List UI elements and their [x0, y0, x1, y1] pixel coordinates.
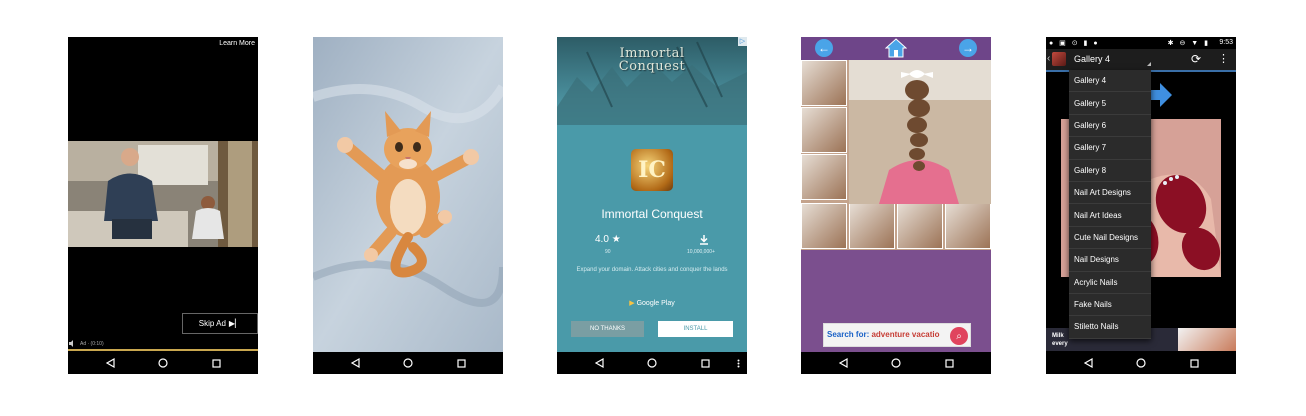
dropdown-item[interactable]: Nail Art Designs	[1069, 182, 1151, 205]
search-ad-banner[interactable]: Search for: adventure vacatio ⌕	[823, 323, 971, 347]
back-icon[interactable]	[1077, 352, 1099, 374]
cat-image[interactable]	[313, 37, 503, 352]
dropdown-item[interactable]: Gallery 8	[1069, 160, 1151, 182]
home-icon[interactable]	[397, 352, 419, 374]
notification-icons: ● ▣ ⊙ ▮ ●	[1049, 40, 1100, 47]
gallery-dropdown: Gallery 4 Gallery 5 Gallery 6 Gallery 7 …	[1069, 70, 1151, 339]
action-bar: ‹ Gallery 4 ⟳ ⋮	[1046, 49, 1236, 70]
ad-text: Milk every	[1052, 333, 1068, 347]
main-braid-photo[interactable]	[849, 60, 991, 204]
gallery-toolbar: ← →	[801, 37, 991, 60]
rating-value: 4.0 ★	[595, 234, 621, 245]
overflow-menu-icon[interactable]: ⋮	[1218, 52, 1229, 65]
back-icon[interactable]	[832, 352, 854, 374]
skip-next-icon: ▶▏	[228, 319, 242, 328]
gallery-thumbnail[interactable]	[849, 203, 895, 249]
recents-icon[interactable]	[694, 352, 716, 374]
gallery-thumbnail[interactable]	[801, 203, 847, 249]
learn-more-link[interactable]: Learn More	[219, 40, 255, 47]
play-store-icon: ▶	[629, 300, 635, 307]
overflow-icon[interactable]	[727, 352, 747, 374]
home-icon[interactable]	[885, 352, 907, 374]
home-icon[interactable]	[1130, 352, 1152, 374]
ad-time-label: Ad · (0:10)	[80, 341, 104, 347]
dropdown-item[interactable]: Gallery 5	[1069, 92, 1151, 115]
status-bar: ● ▣ ⊙ ▮ ● ✱ ⊖ ▼ ▮ 9:53	[1046, 37, 1236, 49]
google-play-badge: ▶ Google Play	[629, 300, 675, 307]
dropdown-item[interactable]: Stiletto Nails	[1069, 316, 1151, 339]
next-arrow-icon[interactable]: →	[959, 39, 977, 57]
dropdown-item[interactable]: Fake Nails	[1069, 294, 1151, 317]
cat-screen	[313, 37, 503, 374]
dropdown-item[interactable]: Gallery 4	[1069, 70, 1151, 93]
ad-search-text: Search for: adventure vacatio	[827, 330, 940, 339]
back-arrow-icon[interactable]: ‹	[1047, 53, 1050, 64]
android-nav-bar	[1046, 352, 1236, 374]
recents-icon[interactable]	[938, 352, 960, 374]
skip-ad-button[interactable]: Skip Ad ▶▏	[182, 313, 258, 334]
dropdown-item[interactable]: Acrylic Nails	[1069, 272, 1151, 294]
next-arrow-icon[interactable]	[1150, 83, 1172, 107]
install-ad-screen: Immortal Conquest ▷ IC Immortal Conquest…	[557, 37, 747, 374]
gallery-thumbnail[interactable]	[801, 60, 847, 106]
gallery-thumbnail[interactable]	[801, 154, 847, 200]
game-banner[interactable]: Immortal Conquest	[557, 37, 747, 125]
gallery-thumbnail[interactable]	[897, 203, 943, 249]
clock: 9:53	[1219, 39, 1233, 46]
app-icon: IC	[631, 149, 673, 191]
android-nav-bar	[313, 352, 503, 374]
gallery-thumbnail[interactable]	[801, 107, 847, 153]
previous-arrow-icon[interactable]: ←	[815, 39, 833, 57]
spinner-caret-icon	[1147, 62, 1151, 66]
skip-ad-label: Skip Ad	[198, 319, 226, 328]
back-icon[interactable]	[99, 352, 121, 374]
back-icon[interactable]	[344, 352, 366, 374]
android-nav-bar	[801, 352, 991, 374]
video-frame	[68, 141, 258, 247]
app-description: Expand your domain. Attack cities and co…	[576, 267, 728, 273]
home-icon[interactable]	[152, 352, 174, 374]
install-count: 10,000,000+	[687, 249, 715, 255]
adchoices-icon[interactable]: ▷	[738, 37, 747, 46]
install-button[interactable]: INSTALL	[658, 321, 733, 337]
recents-icon[interactable]	[450, 352, 472, 374]
system-status-icons: ✱ ⊖ ▼ ▮	[1167, 40, 1210, 47]
dropdown-item[interactable]: Gallery 7	[1069, 137, 1151, 160]
app-name: Immortal Conquest	[601, 207, 703, 221]
no-thanks-button[interactable]: NO THANKS	[571, 321, 644, 337]
banner-title: Immortal Conquest	[618, 46, 686, 74]
search-icon[interactable]: ⌕	[950, 327, 968, 345]
star-icon: ★	[611, 234, 621, 245]
dropdown-item[interactable]: Gallery 6	[1069, 115, 1151, 138]
volume-icon[interactable]	[69, 340, 77, 347]
home-icon[interactable]	[641, 352, 663, 374]
dropdown-item[interactable]: Cute Nail Designs	[1069, 227, 1151, 250]
ad-progress-bar	[68, 349, 258, 351]
refresh-icon[interactable]: ⟳	[1191, 52, 1201, 66]
braid-gallery-screen: ← → Search for: adventure vacatio ⌕	[801, 37, 991, 374]
video-ad-screen: Learn More Skip Ad ▶▏ Ad · (0:10)	[68, 37, 258, 374]
back-icon[interactable]	[588, 352, 610, 374]
recents-icon[interactable]	[1183, 352, 1205, 374]
ad-image	[1178, 328, 1236, 351]
android-nav-bar	[68, 352, 258, 374]
dropdown-item[interactable]: Nail Designs	[1069, 249, 1151, 272]
nail-gallery-screen: ● ▣ ⊙ ▮ ● ✱ ⊖ ▼ ▮ 9:53 ‹ Gallery 4 ⟳ ⋮ M…	[1046, 37, 1236, 374]
android-nav-bar	[557, 352, 747, 374]
recents-icon[interactable]	[205, 352, 227, 374]
gallery-spinner[interactable]: Gallery 4	[1074, 54, 1110, 64]
review-count: 90	[605, 249, 611, 255]
gallery-thumbnail[interactable]	[945, 203, 991, 249]
app-logo-icon	[1052, 52, 1066, 66]
dropdown-item[interactable]: Nail Art Ideas	[1069, 204, 1151, 227]
download-icon	[700, 235, 708, 245]
